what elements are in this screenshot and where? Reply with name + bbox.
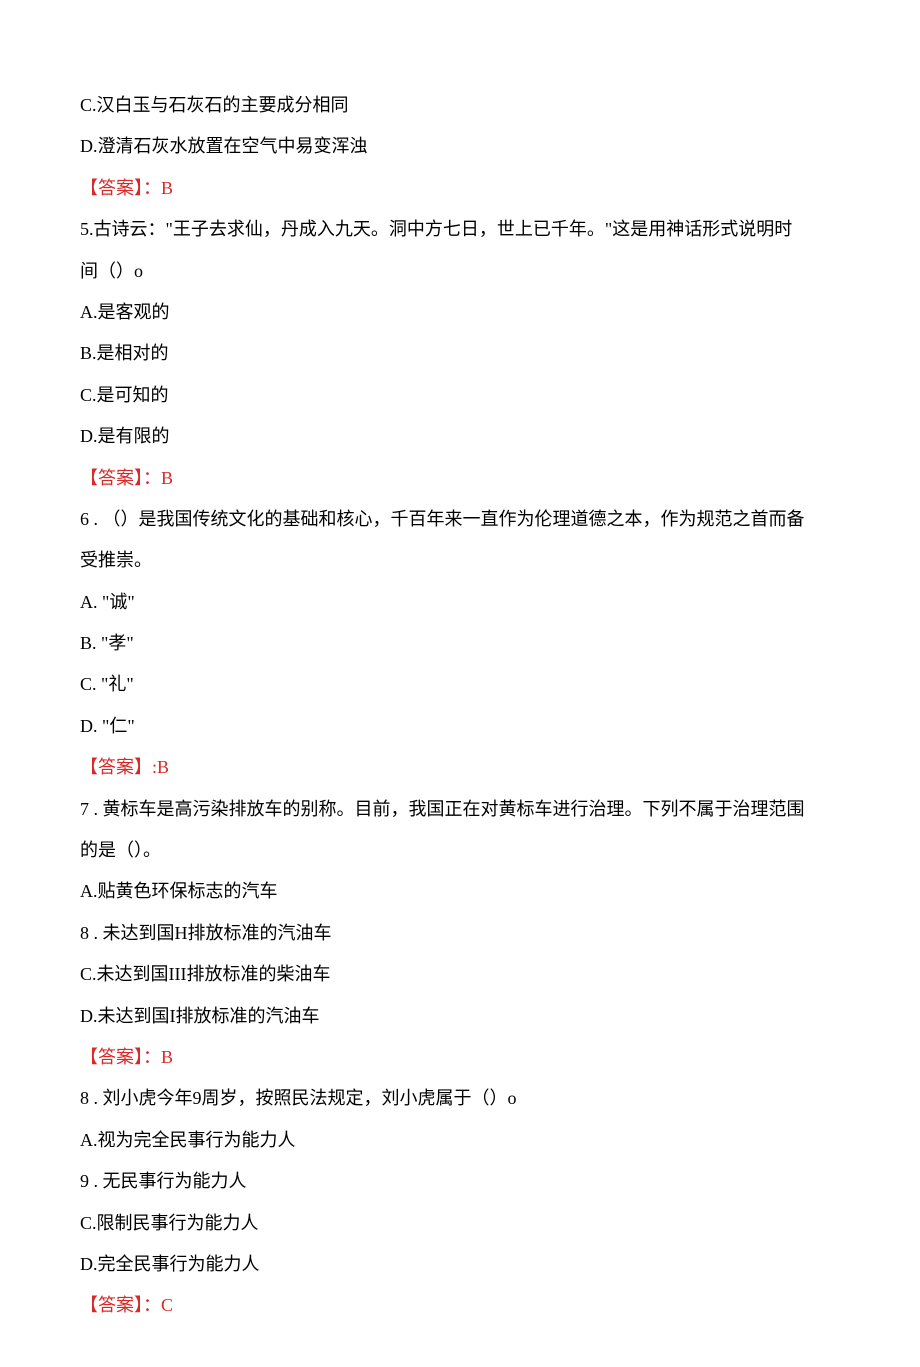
- question-7-option-d: D.未达到国I排放标准的汽油车: [80, 996, 840, 1037]
- question-8-option-b: 9 . 无民事行为能力人: [80, 1161, 840, 1202]
- question-4-option-d: D.澄清石灰水放置在空气中易变浑浊: [80, 126, 840, 167]
- question-5-option-c: C.是可知的: [80, 375, 840, 416]
- question-8-option-d: D.完全民事行为能力人: [80, 1244, 840, 1285]
- question-8-answer: 【答案】：C: [80, 1285, 840, 1326]
- question-5-option-a: A.是客观的: [80, 292, 840, 333]
- question-7-stem-line-2: 的是（）。: [80, 830, 840, 871]
- question-8-stem: 8 . 刘小虎今年9周岁，按照民法规定，刘小虎属于（）o: [80, 1078, 840, 1119]
- question-7-option-c: C.未达到国III排放标准的柴油车: [80, 954, 840, 995]
- question-5-option-d: D.是有限的: [80, 416, 840, 457]
- question-5-stem-line-2: 间（）o: [80, 251, 840, 292]
- question-8-option-c: C.限制民事行为能力人: [80, 1203, 840, 1244]
- question-4-answer: 【答案】：B: [80, 168, 840, 209]
- question-6-option-a: A. "诚": [80, 582, 840, 623]
- question-5-answer: 【答案】：B: [80, 458, 840, 499]
- question-7-option-a: A.贴黄色环保标志的汽车: [80, 871, 840, 912]
- question-6-option-c: C. "礼": [80, 664, 840, 705]
- question-6-answer: 【答案】:B: [80, 747, 840, 788]
- question-6-option-b: B. "孝": [80, 623, 840, 664]
- question-6-stem-line-2: 受推崇。: [80, 540, 840, 581]
- question-7-stem-line-1: 7 . 黄标车是高污染排放车的别称。目前，我国正在对黄标车进行治理。下列不属于治…: [80, 789, 840, 830]
- question-5-option-b: B.是相对的: [80, 333, 840, 374]
- question-5-stem-line-1: 5.古诗云："王子去求仙，丹成入九天。洞中方七日，世上已千年。"这是用神话形式说…: [80, 209, 840, 250]
- question-6-option-d: D. "仁": [80, 706, 840, 747]
- question-7-option-b: 8 . 未达到国H排放标准的汽油车: [80, 913, 840, 954]
- question-4-option-c: C.汉白玉与石灰石的主要成分相同: [80, 85, 840, 126]
- question-6-stem-line-1: 6 . （）是我国传统文化的基础和核心，千百年来一直作为伦理道德之本，作为规范之…: [80, 499, 840, 540]
- question-8-option-a: A.视为完全民事行为能力人: [80, 1120, 840, 1161]
- question-7-answer: 【答案】：B: [80, 1037, 840, 1078]
